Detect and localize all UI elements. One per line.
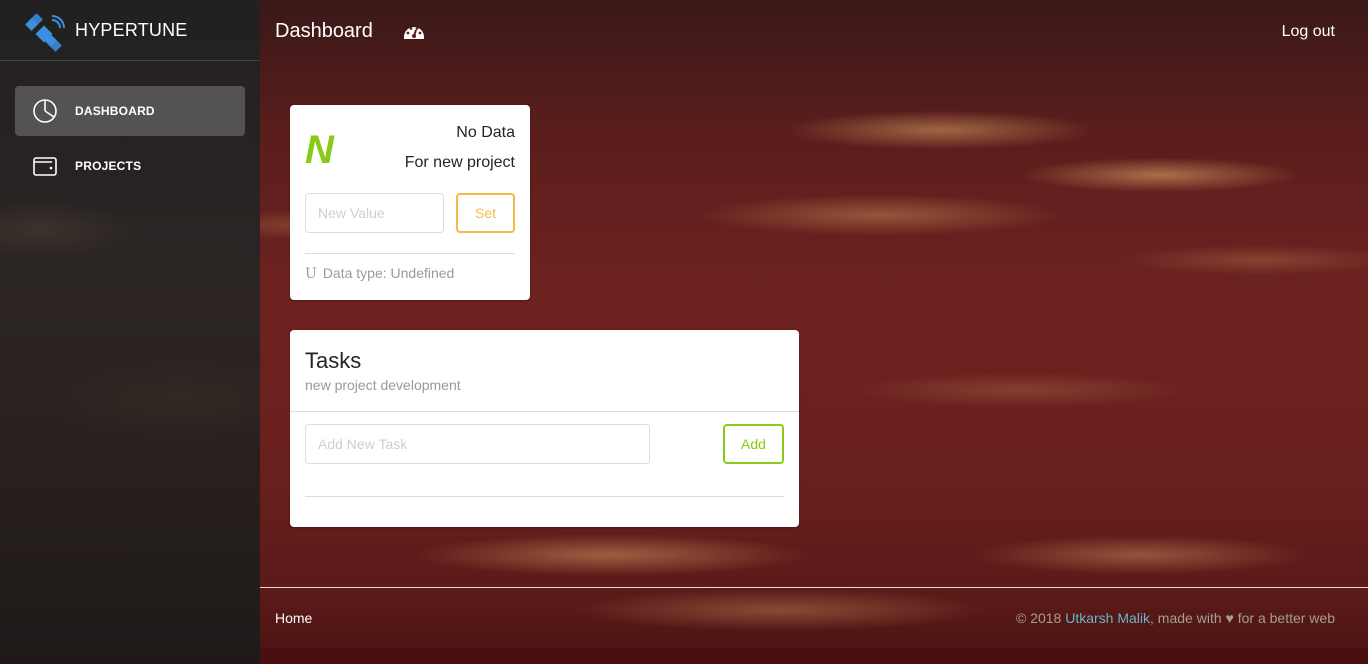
- sidebar-item-label: DASHBOARD: [75, 104, 155, 118]
- stat-title: No Data: [456, 124, 515, 141]
- stat-card: N No Data For new project Set U Data type…: [290, 105, 530, 300]
- divider: [305, 253, 515, 254]
- divider: [305, 496, 784, 497]
- tasks-card: Tasks new project development Add: [290, 330, 799, 527]
- new-task-input[interactable]: [305, 424, 650, 464]
- footer-copyright: © 2018 Utkarsh Malik, made with ♥ for a …: [1016, 610, 1335, 626]
- sidebar: HYPERTUNE DASHBOARD PROJECTS: [0, 0, 260, 664]
- pie-chart-icon: [33, 99, 57, 123]
- add-task-button[interactable]: Add: [723, 424, 784, 464]
- divider: [290, 411, 799, 412]
- logout-link[interactable]: Log out: [1282, 23, 1335, 41]
- stat-letter: N: [305, 128, 334, 172]
- set-button[interactable]: Set: [456, 193, 515, 233]
- brand[interactable]: HYPERTUNE: [0, 0, 260, 61]
- data-type-text: Data type: Undefined: [322, 265, 455, 281]
- new-value-input[interactable]: [305, 193, 444, 233]
- sidebar-item-dashboard[interactable]: DASHBOARD: [15, 86, 245, 136]
- heart-icon: ♥: [1225, 610, 1234, 626]
- footer-home-link[interactable]: Home: [275, 610, 312, 626]
- stat-footer: U Data type: Undefined: [305, 265, 454, 282]
- stat-subtitle: For new project: [404, 154, 515, 171]
- made-with-text: , made with: [1150, 610, 1226, 626]
- dashboard-gauge-icon: [404, 27, 424, 39]
- sidebar-item-label: PROJECTS: [75, 159, 142, 173]
- satellite-icon: [25, 14, 65, 52]
- tasks-title: Tasks: [305, 348, 362, 373]
- sidebar-item-projects[interactable]: PROJECTS: [15, 141, 245, 191]
- author-link[interactable]: Utkarsh Malik: [1065, 610, 1150, 626]
- tasks-subtitle: new project development: [305, 377, 461, 393]
- footer-suffix: for a better web: [1233, 610, 1335, 626]
- data-type-icon: U: [305, 266, 317, 282]
- copyright-prefix: © 2018: [1015, 610, 1066, 626]
- main-panel: Dashboard Log out N No Data For new proj…: [260, 0, 1368, 664]
- bottom-strip: [260, 648, 1368, 664]
- brand-name: HYPERTUNE: [75, 20, 188, 40]
- page-title: Dashboard: [275, 20, 373, 42]
- wallet-icon: [33, 157, 57, 176]
- footer-divider: [260, 587, 1368, 588]
